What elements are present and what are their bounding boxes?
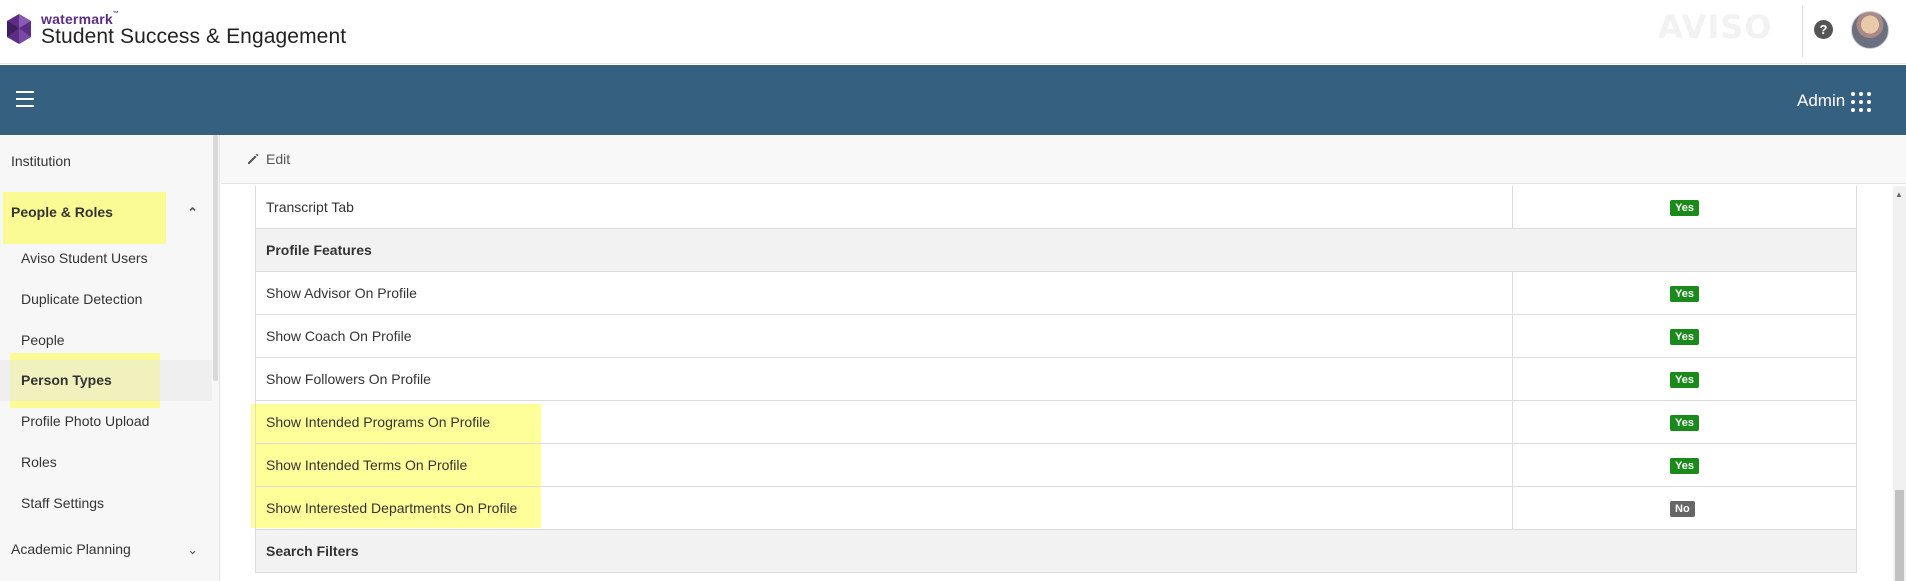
product-name: Student Success & Engagement [41, 25, 347, 48]
status-badge: No [1670, 501, 1695, 517]
edit-label: Edit [266, 151, 291, 167]
watermark-logo-icon [7, 14, 31, 44]
sidebar-item-people[interactable]: People [0, 320, 212, 361]
hamburger-menu-icon[interactable] [16, 91, 34, 107]
pencil-icon [248, 153, 259, 164]
sidebar-item-institution[interactable]: Institution [0, 141, 212, 182]
chevron-up-icon: ⌃ [187, 205, 198, 220]
row-label: Show Coach On Profile [266, 328, 412, 344]
section-header-profile-features: Profile Features [256, 229, 1856, 272]
person-type-settings-table: Transcript Tab Yes Profile Features Show… [255, 186, 1857, 573]
row-label: Show Advisor On Profile [266, 285, 417, 301]
edit-button[interactable]: Edit [247, 151, 290, 167]
status-badge: Yes [1670, 200, 1699, 216]
sidebar-item-person-types[interactable]: Person Types [0, 360, 212, 401]
status-badge: Yes [1670, 286, 1699, 302]
status-badge: Yes [1670, 372, 1699, 388]
section-label: Search Filters [266, 543, 359, 559]
row-label: Show Interested Departments On Profile [266, 500, 518, 516]
table-row: Show Interested Departments On Profile N… [256, 487, 1856, 530]
table-row: Show Intended Terms On Profile Yes [256, 444, 1856, 487]
main-navbar: Admin [0, 65, 1906, 135]
table-row: Show Followers On Profile Yes [256, 358, 1856, 401]
aviso-logo: AVISO [1658, 8, 1773, 46]
apps-grid-icon[interactable] [1851, 92, 1871, 112]
row-label: Show Intended Programs On Profile [266, 414, 491, 430]
sidebar-item-staff-settings[interactable]: Staff Settings [0, 483, 212, 524]
sidebar-item-duplicate-detection[interactable]: Duplicate Detection [0, 279, 212, 320]
row-label: Show Intended Terms On Profile [266, 457, 468, 473]
table-row: Show Advisor On Profile Yes [256, 272, 1856, 315]
sidebar-item-roles[interactable]: Roles [0, 442, 212, 483]
table-row: Show Coach On Profile Yes [256, 315, 1856, 358]
sidebar-item-profile-photo-upload[interactable]: Profile Photo Upload [0, 401, 212, 442]
user-avatar[interactable] [1851, 11, 1889, 49]
help-icon[interactable]: ? [1814, 20, 1833, 39]
header-divider [1802, 6, 1803, 57]
table-row: Transcript Tab Yes [256, 186, 1856, 229]
section-header-search-filters: Search Filters [256, 530, 1856, 573]
scroll-up-arrow-icon[interactable]: ▲ [1895, 190, 1903, 199]
row-label: Show Followers On Profile [266, 371, 431, 387]
top-header: watermark™ Student Success & Engagement … [0, 0, 1906, 64]
sidebar-scrollbar[interactable] [213, 135, 218, 381]
admin-label[interactable]: Admin [1797, 91, 1845, 111]
status-badge: Yes [1670, 458, 1699, 474]
chevron-down-icon: ⌄ [187, 542, 198, 557]
status-badge: Yes [1670, 329, 1699, 345]
row-label: Transcript Tab [266, 199, 354, 215]
table-row: Show Intended Programs On Profile Yes [256, 401, 1856, 444]
sidebar-item-academic-planning[interactable]: Academic Planning ⌄ [0, 529, 212, 570]
section-label: Profile Features [266, 242, 372, 258]
content-scrollbar-thumb[interactable] [1895, 490, 1904, 581]
sidebar-item-people-roles[interactable]: People & Roles ⌃ [0, 192, 212, 233]
sidebar-item-aviso-student-users[interactable]: Aviso Student Users [0, 238, 212, 279]
content-toolbar: Edit [221, 135, 1906, 184]
status-badge: Yes [1670, 415, 1699, 431]
